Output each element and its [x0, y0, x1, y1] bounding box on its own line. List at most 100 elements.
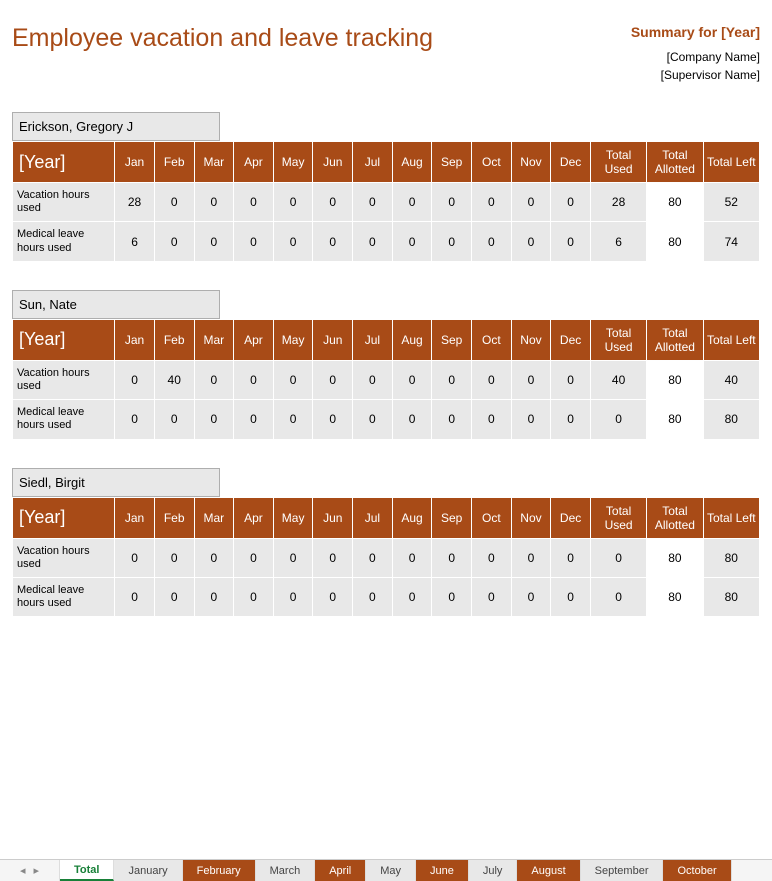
cell-month[interactable]: 0	[353, 538, 393, 577]
sheet-tab-february[interactable]: February	[183, 860, 256, 881]
cell-month[interactable]: 0	[154, 222, 194, 261]
cell-month[interactable]: 0	[511, 183, 551, 222]
cell-month[interactable]: 0	[511, 577, 551, 616]
cell-month[interactable]: 0	[353, 400, 393, 439]
cell-month[interactable]: 0	[313, 577, 353, 616]
cell-month[interactable]: 0	[313, 222, 353, 261]
row-label: Medical leave hours used	[13, 577, 115, 616]
sheet-tab-september[interactable]: September	[581, 860, 664, 881]
cell-month[interactable]: 0	[154, 538, 194, 577]
cell-month[interactable]: 0	[234, 400, 274, 439]
cell-month[interactable]: 40	[154, 360, 194, 399]
cell-month[interactable]: 28	[115, 183, 155, 222]
sheet-tab-august[interactable]: August	[517, 860, 580, 881]
cell-month[interactable]: 0	[551, 360, 591, 399]
cell-month[interactable]: 0	[511, 538, 551, 577]
col-month-4: May	[273, 142, 313, 183]
sheet-tab-april[interactable]: April	[315, 860, 366, 881]
cell-month[interactable]: 0	[273, 360, 313, 399]
cell-month[interactable]: 0	[194, 538, 234, 577]
tab-prev-icon[interactable]: ◂	[20, 864, 26, 877]
cell-month[interactable]: 0	[432, 222, 472, 261]
cell-month[interactable]: 0	[432, 538, 472, 577]
sheet-tab-march[interactable]: March	[256, 860, 316, 881]
cell-month[interactable]: 0	[194, 360, 234, 399]
cell-month[interactable]: 0	[194, 183, 234, 222]
cell-month[interactable]: 0	[115, 360, 155, 399]
cell-month[interactable]: 0	[392, 360, 432, 399]
cell-month[interactable]: 0	[392, 577, 432, 616]
cell-month[interactable]: 0	[234, 360, 274, 399]
cell-month[interactable]: 0	[234, 577, 274, 616]
cell-total-allotted: 80	[647, 577, 703, 616]
cell-month[interactable]: 0	[273, 400, 313, 439]
cell-month[interactable]: 0	[551, 577, 591, 616]
cell-month[interactable]: 0	[432, 400, 472, 439]
cell-month[interactable]: 0	[115, 538, 155, 577]
col-year: [Year]	[13, 142, 115, 183]
cell-month[interactable]: 0	[234, 183, 274, 222]
col-total-used: Total Used	[590, 497, 646, 538]
cell-month[interactable]: 0	[353, 360, 393, 399]
sheet-tab-total[interactable]: Total	[60, 860, 114, 881]
cell-month[interactable]: 0	[194, 577, 234, 616]
cell-month[interactable]: 0	[313, 183, 353, 222]
tab-nav[interactable]: ◂ ▸	[0, 860, 60, 881]
cell-month[interactable]: 0	[472, 400, 512, 439]
cell-month[interactable]: 0	[154, 183, 194, 222]
cell-month[interactable]: 0	[353, 222, 393, 261]
cell-month[interactable]: 0	[392, 222, 432, 261]
cell-month[interactable]: 0	[313, 400, 353, 439]
cell-month[interactable]: 0	[273, 222, 313, 261]
cell-month[interactable]: 0	[472, 222, 512, 261]
cell-month[interactable]: 0	[432, 577, 472, 616]
cell-month[interactable]: 0	[115, 577, 155, 616]
cell-month[interactable]: 0	[353, 183, 393, 222]
sheet-tab-june[interactable]: June	[416, 860, 469, 881]
cell-month[interactable]: 0	[273, 183, 313, 222]
col-month-0: Jan	[115, 319, 155, 360]
row-medical: Medical leave hours used6000000000006807…	[13, 222, 760, 261]
cell-month[interactable]: 0	[194, 400, 234, 439]
cell-month[interactable]: 0	[432, 360, 472, 399]
cell-month[interactable]: 0	[392, 538, 432, 577]
cell-month[interactable]: 0	[154, 577, 194, 616]
sheet-tab-july[interactable]: July	[469, 860, 518, 881]
cell-month[interactable]: 0	[472, 360, 512, 399]
cell-month[interactable]: 0	[313, 360, 353, 399]
col-month-9: Oct	[472, 319, 512, 360]
sheet-tab-october[interactable]: October	[663, 860, 731, 881]
cell-month[interactable]: 0	[472, 538, 512, 577]
cell-month[interactable]: 0	[392, 183, 432, 222]
col-month-10: Nov	[511, 319, 551, 360]
cell-month[interactable]: 0	[551, 400, 591, 439]
sheet-tab-may[interactable]: May	[366, 860, 416, 881]
cell-month[interactable]: 0	[313, 538, 353, 577]
cell-month[interactable]: 0	[115, 400, 155, 439]
cell-month[interactable]: 0	[511, 360, 551, 399]
col-month-9: Oct	[472, 142, 512, 183]
cell-month[interactable]: 0	[511, 400, 551, 439]
cell-month[interactable]: 0	[154, 400, 194, 439]
col-month-10: Nov	[511, 142, 551, 183]
cell-month[interactable]: 0	[273, 538, 313, 577]
cell-month[interactable]: 0	[432, 183, 472, 222]
cell-month[interactable]: 6	[115, 222, 155, 261]
cell-month[interactable]: 0	[551, 183, 591, 222]
cell-month[interactable]: 0	[353, 577, 393, 616]
col-month-1: Feb	[154, 497, 194, 538]
sheet-tab-january[interactable]: January	[114, 860, 182, 881]
cell-month[interactable]: 0	[551, 538, 591, 577]
tab-next-icon[interactable]: ▸	[34, 864, 40, 877]
cell-month[interactable]: 0	[194, 222, 234, 261]
cell-month[interactable]: 0	[511, 222, 551, 261]
cell-month[interactable]: 0	[472, 183, 512, 222]
cell-month[interactable]: 0	[234, 222, 274, 261]
employee-block: Sun, Nate[Year]JanFebMarAprMayJunJulAugS…	[12, 290, 760, 440]
cell-month[interactable]: 0	[392, 400, 432, 439]
cell-month[interactable]: 0	[273, 577, 313, 616]
cell-month[interactable]: 0	[551, 222, 591, 261]
cell-month[interactable]: 0	[234, 538, 274, 577]
col-month-11: Dec	[551, 497, 591, 538]
cell-month[interactable]: 0	[472, 577, 512, 616]
